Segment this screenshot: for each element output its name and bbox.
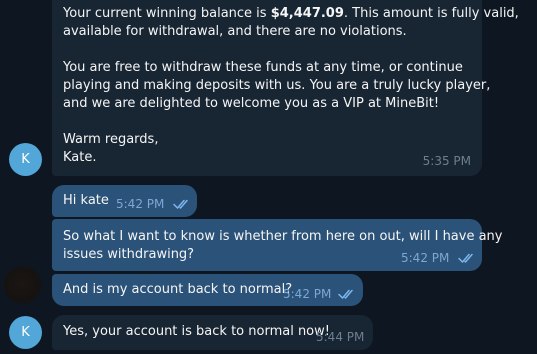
message-timestamp: 5:44 PM — [316, 330, 365, 344]
double-check-icon — [173, 199, 188, 209]
incoming-message: Yes, your account is back to normal now!… — [52, 315, 373, 350]
message-timestamp: 5:42 PM — [401, 251, 450, 265]
incoming-message: Your current winning balance is $4,447.0… — [52, 0, 519, 176]
message-timestamp: 5:42 PM — [116, 197, 165, 211]
avatar-letter: K — [21, 325, 30, 340]
message-line: You are free to withdraw these funds at … — [63, 60, 463, 75]
balance-amount: $4,447.09 — [270, 6, 344, 21]
avatar[interactable]: K — [9, 316, 42, 349]
message-line: and we are delighted to welcome you as a… — [63, 96, 440, 111]
message-line: Your current winning balance is $4,447.0… — [63, 6, 519, 21]
chat-history[interactable]: Your current winning balance is $4,447.0… — [0, 0, 537, 354]
double-check-icon — [338, 289, 353, 299]
message-line: available for withdrawal, and there are … — [63, 24, 407, 39]
avatar — [4, 266, 42, 304]
message-line: Warm regards, — [63, 132, 159, 147]
outgoing-message: And is my account back to normal? 5:42 P… — [52, 274, 363, 306]
double-check-icon — [458, 253, 473, 263]
message-line: So what I want to know is whether from h… — [63, 229, 503, 244]
message-timestamp: 5:42 PM — [283, 287, 332, 301]
avatar[interactable]: K — [9, 143, 42, 176]
avatar-letter: K — [21, 152, 30, 167]
outgoing-message: Hi kate 5:42 PM — [52, 185, 197, 217]
message-line: playing and making deposits with us. You… — [63, 78, 491, 93]
message-line: Kate. — [63, 150, 97, 165]
message-timestamp: 5:35 PM — [422, 154, 471, 168]
outgoing-message: So what I want to know is whether from h… — [52, 219, 503, 271]
